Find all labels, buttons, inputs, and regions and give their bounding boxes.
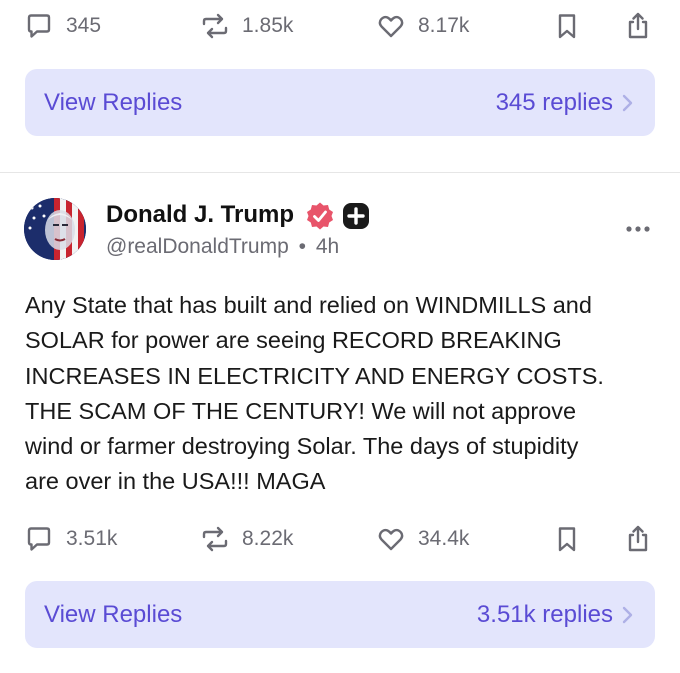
replies-count: 345 replies <box>495 88 613 116</box>
like-count: 34.4k <box>418 527 470 550</box>
more-icon[interactable] <box>624 219 652 239</box>
post-divider <box>0 172 680 173</box>
replies-count-group: 345 replies <box>496 69 635 136</box>
comment-button[interactable]: 345 <box>24 6 101 46</box>
view-replies-bar-top[interactable]: View Replies 345 replies <box>25 69 655 136</box>
share-button[interactable] <box>623 6 653 46</box>
chevron-right-icon <box>622 94 633 111</box>
like-button[interactable]: 8.17k <box>376 6 469 46</box>
replies-count-group: 3.51k replies <box>477 581 635 648</box>
comment-icon <box>27 527 51 551</box>
author-meta: @realDonaldTrump • 4h <box>106 235 339 259</box>
avatar[interactable] <box>24 198 86 260</box>
view-replies-bar[interactable]: View Replies 3.51k replies <box>25 581 655 648</box>
post-time: 4h <box>315 235 340 258</box>
author-name[interactable]: Donald J. Trump <box>106 201 294 229</box>
bookmark-icon <box>558 527 576 552</box>
like-icon <box>378 15 404 38</box>
comment-icon <box>27 14 51 38</box>
bookmark-button[interactable] <box>552 6 582 46</box>
view-replies-label: View Replies <box>44 89 183 116</box>
comment-button[interactable]: 3.51k <box>24 519 117 559</box>
repost-button[interactable]: 1.85k <box>200 6 293 46</box>
meta-separator: • <box>298 235 306 258</box>
plus-badge-icon <box>343 203 369 229</box>
post-actions: 3.51k 8.22k 34.4k <box>0 519 680 559</box>
repost-count: 8.22k <box>242 527 294 550</box>
repost-count: 1.85k <box>242 14 294 37</box>
share-icon <box>628 525 648 552</box>
repost-icon <box>202 526 228 552</box>
comment-count: 3.51k <box>66 527 118 550</box>
share-icon <box>628 12 648 39</box>
repost-icon <box>202 13 228 39</box>
repost-button[interactable]: 8.22k <box>200 519 293 559</box>
bookmark-button[interactable] <box>552 519 582 559</box>
chevron-right-icon <box>622 606 633 623</box>
comment-count: 345 <box>66 14 102 37</box>
like-count: 8.17k <box>418 14 470 37</box>
author-handle[interactable]: @realDonaldTrump <box>106 235 289 258</box>
post-text: Any State that has built and relied on W… <box>25 292 604 495</box>
like-icon <box>378 528 404 551</box>
like-button[interactable]: 34.4k <box>376 519 469 559</box>
view-replies-label: View Replies <box>44 601 183 628</box>
replies-count: 3.51k replies <box>476 600 613 628</box>
top-post-actions: 345 1.85k 8.17k <box>0 6 680 46</box>
share-button[interactable] <box>623 519 653 559</box>
bookmark-icon <box>558 14 576 39</box>
verified-icon <box>307 202 333 230</box>
